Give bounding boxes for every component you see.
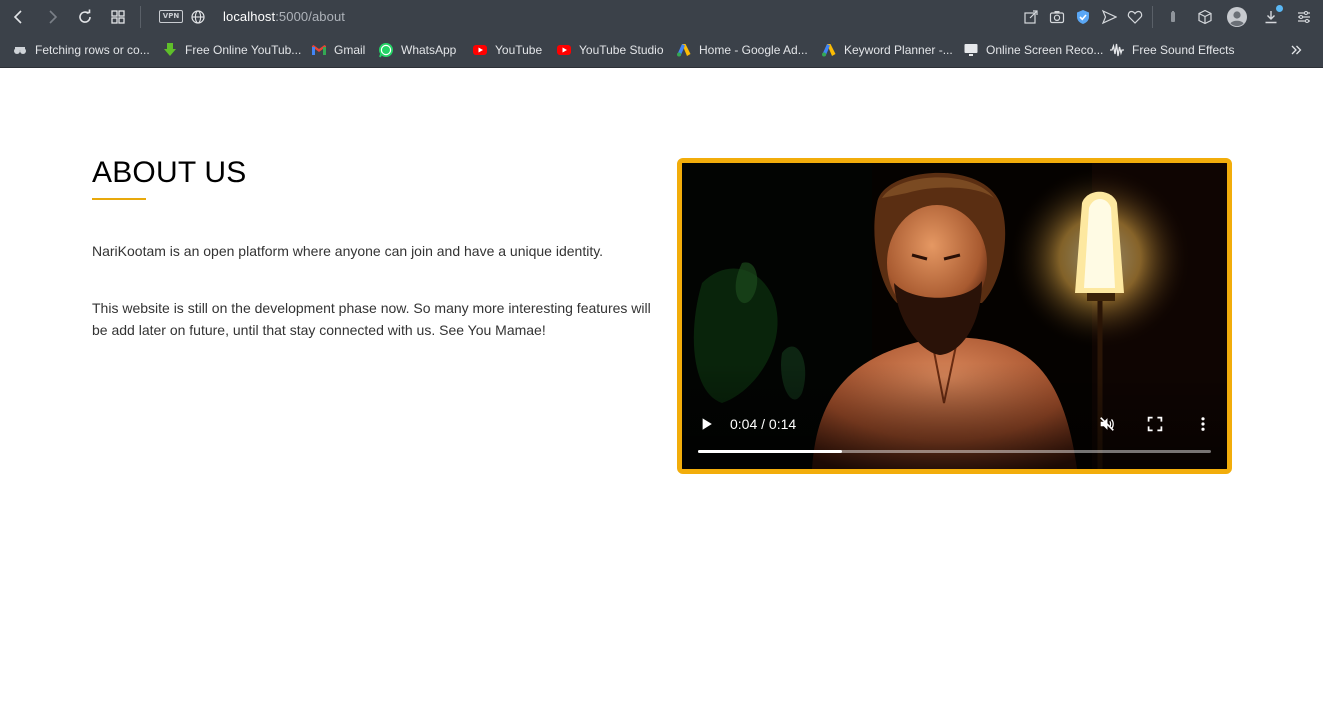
- bookmark-item[interactable]: Fetching rows or co...: [12, 41, 150, 59]
- video-progress-fill: [698, 450, 842, 453]
- extensions-button[interactable]: [1195, 7, 1215, 27]
- url-host: localhost: [223, 9, 276, 24]
- play-button[interactable]: [697, 414, 717, 434]
- google-ads-icon: [821, 42, 837, 58]
- site-info-button[interactable]: [188, 7, 208, 27]
- bookmark-label: Online Screen Reco...: [986, 43, 1104, 57]
- forward-arrow-icon: [49, 10, 58, 24]
- bookmark-item[interactable]: WhatsApp: [378, 41, 456, 59]
- download-arrow-icon: [162, 42, 178, 58]
- heart-icon: [1127, 10, 1143, 24]
- bookmark-favicon-icon: [12, 42, 28, 58]
- cube-icon: [1198, 9, 1212, 25]
- bookmark-label: Keyword Planner -...: [844, 43, 953, 57]
- share-icon: [1024, 10, 1038, 24]
- reload-icon: [79, 9, 91, 23]
- bookmark-label: Fetching rows or co...: [35, 43, 150, 57]
- menu-button[interactable]: [1294, 7, 1314, 27]
- chevron-double-right-icon: [1288, 42, 1304, 58]
- bookmark-label: YouTube: [495, 43, 543, 57]
- bookmark-label: Home - Google Ad...: [699, 43, 808, 57]
- about-paragraph-2: This website is still on the development…: [92, 300, 651, 338]
- avatar-icon: [1227, 7, 1247, 27]
- fullscreen-button[interactable]: [1144, 413, 1166, 435]
- about-paragraph-1: NariKootam is an open platform where any…: [92, 243, 604, 259]
- favorites-button[interactable]: [1125, 7, 1145, 27]
- bookmark-item[interactable]: YouTube: [472, 41, 542, 59]
- whatsapp-icon: [378, 42, 394, 58]
- shield-check-icon: [1077, 10, 1089, 24]
- bookmark-label: WhatsApp: [401, 43, 457, 57]
- gmail-icon: [311, 42, 327, 58]
- toolbar-divider: [1152, 6, 1153, 28]
- video-player[interactable]: 0:04 / 0:14: [677, 158, 1232, 474]
- back-arrow-icon: [13, 10, 22, 24]
- address-bar[interactable]: localhost:5000/about: [223, 9, 345, 24]
- bookmark-label: Free Sound Effects: [1132, 43, 1235, 57]
- fullscreen-icon: [1147, 416, 1163, 432]
- bookmark-label: Free Online YouTub...: [185, 43, 302, 57]
- google-ads-icon: [676, 42, 692, 58]
- page-title: ABOUT US: [92, 156, 247, 189]
- video-progress-bar[interactable]: [698, 450, 1211, 453]
- send-button[interactable]: [1099, 7, 1119, 27]
- camera-icon: [1049, 11, 1065, 24]
- bookmark-label: YouTube Studio: [579, 43, 664, 57]
- profile-button[interactable]: [1227, 7, 1247, 27]
- battery-icon: [1171, 11, 1175, 22]
- bookmark-item[interactable]: Online Screen Reco...: [963, 41, 1103, 59]
- adblock-button[interactable]: [1073, 7, 1093, 27]
- youtube-icon: [556, 42, 572, 58]
- bookmark-item[interactable]: Gmail: [311, 41, 365, 59]
- youtube-icon: [472, 42, 488, 58]
- download-notification-dot: [1276, 5, 1283, 12]
- paper-plane-icon: [1101, 9, 1117, 25]
- bookmark-item[interactable]: Home - Google Ad...: [676, 41, 808, 59]
- bookmark-item[interactable]: YouTube Studio: [556, 41, 664, 59]
- share-button[interactable]: [1021, 7, 1041, 27]
- video-controls: 0:04 / 0:14: [682, 408, 1227, 469]
- more-bookmarks-button[interactable]: [1288, 41, 1311, 59]
- volume-muted-icon: [1100, 417, 1114, 431]
- bookmark-label: Gmail: [334, 43, 366, 57]
- battery-saver-button[interactable]: [1163, 7, 1183, 27]
- browser-toolbar: VPN localhost:5000/about: [0, 0, 1323, 34]
- snapshot-button[interactable]: [1047, 7, 1067, 27]
- play-icon: [702, 418, 712, 430]
- grid-icon: [111, 10, 125, 24]
- back-button[interactable]: [9, 7, 29, 27]
- reload-button[interactable]: [75, 7, 95, 27]
- mute-button[interactable]: [1096, 413, 1118, 435]
- browser-chrome: VPN localhost:5000/about Fetching rows o…: [0, 0, 1323, 68]
- soundwave-icon: [1109, 42, 1125, 58]
- screen-recorder-icon: [963, 42, 979, 58]
- video-time-display: 0:04 / 0:14: [730, 416, 797, 432]
- bookmarks-bar: Fetching rows or co... Free Online YouTu…: [0, 34, 1323, 66]
- bookmark-item[interactable]: Free Sound Effects: [1109, 41, 1235, 59]
- kebab-menu-icon: [1201, 417, 1205, 431]
- settings-menu-icon: [1298, 11, 1310, 23]
- title-underline: [92, 198, 146, 200]
- vpn-badge[interactable]: VPN: [159, 10, 183, 23]
- toolbar-divider: [140, 6, 141, 28]
- more-options-button[interactable]: [1192, 413, 1214, 435]
- forward-button[interactable]: [42, 7, 62, 27]
- bookmark-item[interactable]: Free Online YouTub...: [162, 41, 301, 59]
- bookmark-item[interactable]: Keyword Planner -...: [821, 41, 953, 59]
- url-path: :5000/about: [275, 9, 345, 24]
- globe-icon: [191, 10, 205, 24]
- tabs-grid-button[interactable]: [108, 7, 128, 27]
